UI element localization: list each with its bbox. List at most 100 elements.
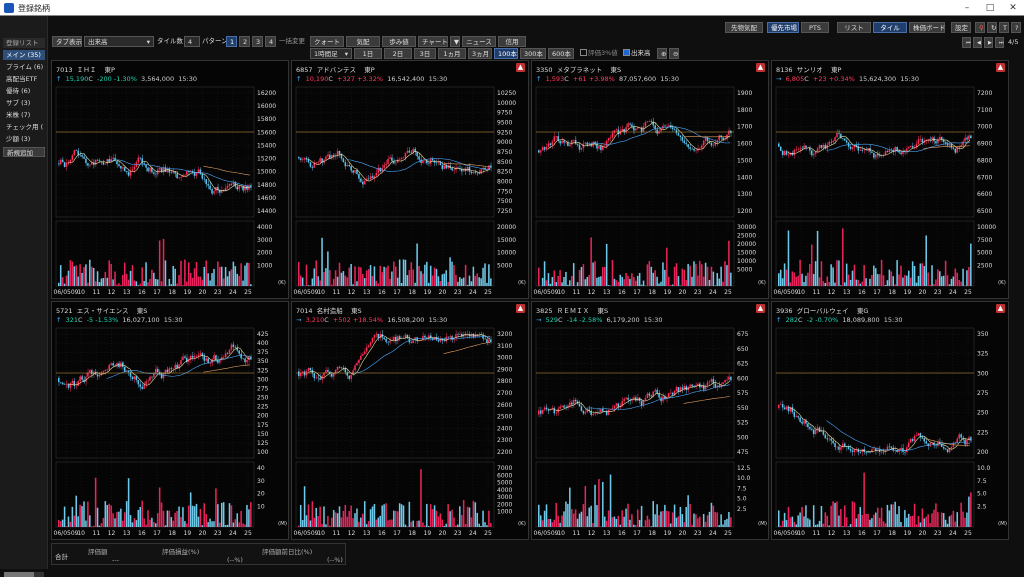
volume-bar xyxy=(356,281,358,286)
range-2d-button[interactable]: 2日 xyxy=(384,48,412,59)
stock-name[interactable]: アドバンテス xyxy=(317,66,356,74)
last-page-icon[interactable]: ⏭ xyxy=(995,37,1004,48)
close-button[interactable]: ✕ xyxy=(1006,2,1020,14)
candle xyxy=(859,452,861,453)
volume-bar xyxy=(486,525,488,527)
stock-name[interactable]: エス・サイエンス xyxy=(77,307,129,315)
list-view-button[interactable]: リスト xyxy=(837,22,871,33)
chart-panel[interactable]: 3936 グローバルウェイ 東G ↑ 282C -2 -0.70% 18,089… xyxy=(771,301,1009,540)
news-button[interactable]: ニュース xyxy=(462,36,496,47)
chart-panel[interactable]: 7013 ＩＨＩ 東P ↑ 15,190C -200 -1.30% 3,564,… xyxy=(51,60,289,299)
volume-bar xyxy=(190,273,192,286)
prev-page-icon[interactable]: ◀ xyxy=(973,37,982,48)
sidebar-item-benefit[interactable]: 優待 (6) xyxy=(3,86,45,96)
sidebar-item-check[interactable]: チェック用 ( xyxy=(3,122,45,132)
sidebar-item-us-stocks[interactable]: 米株 (7) xyxy=(3,110,45,120)
candle xyxy=(840,447,842,449)
tile-count-input[interactable]: 4 xyxy=(184,36,200,47)
refresh-icon[interactable]: ↻ xyxy=(987,22,997,33)
volume-bar xyxy=(467,507,469,527)
chart-canvas[interactable]: 06/0509101112131617181920232425162001600… xyxy=(52,85,288,298)
sidebar-scrollbar[interactable] xyxy=(4,572,44,577)
chart-canvas[interactable]: 06/0509101112131617181920232425675650625… xyxy=(532,326,768,539)
volume-bar xyxy=(85,264,87,286)
range-1d-button[interactable]: 1日 xyxy=(354,48,382,59)
minimize-button[interactable]: – xyxy=(960,2,974,14)
quote-button[interactable]: クォート xyxy=(310,36,344,47)
maximize-button[interactable]: □ xyxy=(983,2,997,14)
stock-name[interactable]: ＲＥＭＩＸ xyxy=(557,307,590,315)
chart-canvas[interactable]: 06/0509101112131617181920232425190018001… xyxy=(532,85,768,298)
volume-bar xyxy=(213,521,215,527)
volume-tick-label: 5000 xyxy=(737,267,752,274)
range-1m-button[interactable]: 1ヵ月 xyxy=(438,48,466,59)
chart-menu-icon[interactable]: ▼ xyxy=(450,36,460,47)
range-3d-button[interactable]: 3日 xyxy=(414,48,436,59)
settings-button[interactable]: 設定 xyxy=(951,22,971,33)
chart-canvas[interactable]: 06/0509101112131617181920232425720071007… xyxy=(772,85,1008,298)
alert-icon[interactable]: ▲ xyxy=(996,63,1005,72)
priority-market-button[interactable]: 優先市場 xyxy=(767,22,799,33)
tab-display-button[interactable]: タブ表示 xyxy=(52,36,82,47)
sidebar-item-sub[interactable]: サブ (3) xyxy=(3,98,45,108)
chart-canvas[interactable]: 06/0509101112131617181920232425320031003… xyxy=(292,326,528,539)
sidebar-item-main[interactable]: メイン (35) xyxy=(3,50,45,60)
pattern-3-button[interactable]: 3 xyxy=(252,36,263,47)
alert-icon[interactable]: ▲ xyxy=(756,63,765,72)
zoom-in-icon[interactable]: ⊕ xyxy=(657,48,667,59)
tile-view-button[interactable]: タイル xyxy=(873,22,907,33)
range-300-button[interactable]: 300本 xyxy=(520,48,546,59)
candle xyxy=(143,384,145,388)
stock-name[interactable]: グローバルウェイ xyxy=(797,307,849,315)
market-select[interactable]: 出来高▾ xyxy=(84,36,154,47)
volume-bar xyxy=(401,504,403,527)
margin-button[interactable]: 信用 xyxy=(498,36,526,47)
interval-select[interactable]: 1時間足▾ xyxy=(310,48,352,59)
text-icon[interactable]: T xyxy=(999,22,1009,33)
stock-name[interactable]: サンリオ xyxy=(797,66,823,74)
alert-icon[interactable]: ▲ xyxy=(516,63,525,72)
help-icon[interactable]: ? xyxy=(1011,22,1021,33)
range-100-button[interactable]: 100本 xyxy=(494,48,518,59)
volume-bar xyxy=(70,260,72,286)
alert-icon[interactable]: ▲ xyxy=(996,304,1005,313)
chart-panel[interactable]: 6857 アドバンテス 東P ↑ 10,190C +327 +3.32% 16,… xyxy=(291,60,529,299)
pts-button[interactable]: PTS xyxy=(801,22,829,33)
stock-name[interactable]: ＩＨＩ xyxy=(77,66,97,74)
chart-panel[interactable]: 5721 エス・サイエンス 東S ↑ 321C -5 -1.53% 16,027… xyxy=(51,301,289,540)
chart-panel[interactable]: 3825 ＲＥＭＩＸ 東S → 529C -14 -2.58% 6,179,20… xyxy=(531,301,769,540)
range-3m-button[interactable]: 3ヵ月 xyxy=(468,48,492,59)
candle xyxy=(689,385,691,387)
first-page-icon[interactable]: ⏮ xyxy=(962,37,971,48)
sidebar-item-prime[interactable]: プライム (6) xyxy=(3,62,45,72)
chart-canvas[interactable]: 06/0509101112131617181920232425350325300… xyxy=(772,326,1008,539)
volume-bar xyxy=(856,280,858,286)
pattern-2-button[interactable]: 2 xyxy=(239,36,250,47)
stock-board-button[interactable]: 株価ボード xyxy=(909,22,945,33)
pattern-1-button[interactable]: 1 xyxy=(226,36,237,47)
volume-checkbox[interactable]: 出来高 xyxy=(623,48,651,59)
pattern-4-button[interactable]: 4 xyxy=(265,36,276,47)
ticks-button[interactable]: 歩み値 xyxy=(382,36,416,47)
zoom-out-icon[interactable]: ⊖ xyxy=(669,48,679,59)
board-button[interactable]: 気配 xyxy=(346,36,380,47)
chart-panel[interactable]: 8136 サンリオ 東P → 6,805C +23 +0.34% 15,624,… xyxy=(771,60,1009,299)
chart-panel[interactable]: 3350 メタプラネット 東S ↑ 1,593C +61 +3.98% 87,0… xyxy=(531,60,769,299)
ratio-checkbox[interactable]: 評価3%値 xyxy=(580,48,618,59)
alert-icon[interactable]: ▲ xyxy=(756,304,765,313)
chart-panel[interactable]: 7014 名村造船 東S → 3,210C +502 +18.54% 16,50… xyxy=(291,301,529,540)
sidebar-item-high-dividend[interactable]: 高配当ETF xyxy=(3,74,45,84)
stock-name[interactable]: 名村造船 xyxy=(317,307,343,315)
chart-canvas[interactable]: 06/0509101112131617181920232425102501000… xyxy=(292,85,528,298)
chart-canvas[interactable]: 06/0509101112131617181920232425425400375… xyxy=(52,326,288,539)
next-page-icon[interactable]: ▶ xyxy=(984,37,993,48)
sidebar-item-small[interactable]: 少額 (3) xyxy=(3,134,45,144)
stock-name[interactable]: メタプラネット xyxy=(557,66,603,74)
market-badge: 東S xyxy=(137,307,148,315)
chart-button[interactable]: チャート xyxy=(418,36,448,47)
add-list-button[interactable]: 新規追加 xyxy=(3,147,45,157)
range-600-button[interactable]: 600本 xyxy=(548,48,574,59)
link-icon[interactable]: ⚲ xyxy=(975,22,985,33)
futures-board-button[interactable]: 先物気配 xyxy=(725,22,763,33)
alert-icon[interactable]: ▲ xyxy=(516,304,525,313)
